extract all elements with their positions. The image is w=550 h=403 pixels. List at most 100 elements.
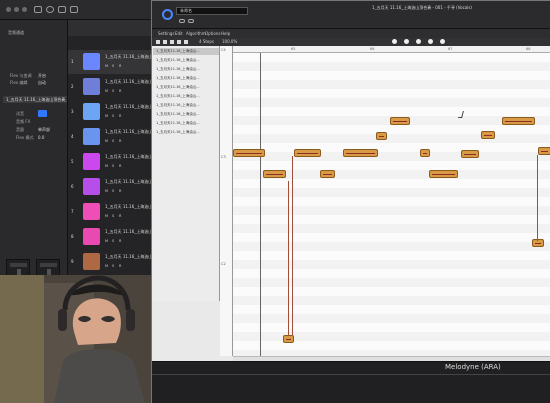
track-mute-button[interactable]: M [105, 189, 108, 193]
note-blob[interactable] [390, 117, 410, 125]
tool-settings-icon[interactable] [440, 39, 445, 44]
note-blob[interactable] [376, 132, 387, 140]
track-solo-button[interactable]: S [112, 89, 114, 93]
tool-pitch-icon[interactable] [163, 40, 167, 44]
tool-crosshair-icon[interactable] [428, 39, 433, 44]
tool-time-icon[interactable] [170, 40, 174, 44]
selected-track-header[interactable]: 1_五月天 11.16_上海油山顶合奏_001_-_千寻_(Vocals) [3, 96, 67, 103]
close-icon[interactable] [6, 7, 11, 12]
info-icon[interactable] [46, 6, 54, 13]
note-blob[interactable] [502, 117, 535, 125]
track-list-item[interactable]: 1_五月天11.16_上海油山... [156, 67, 200, 72]
track-record-button[interactable]: R [119, 89, 121, 93]
note-editor[interactable] [233, 53, 550, 356]
note-blob[interactable] [420, 149, 430, 157]
track-record-button[interactable]: R [119, 164, 121, 168]
snap-field[interactable]: 4 Steps [199, 39, 214, 44]
track-list-item[interactable]: 1_五月天11.16_上海油山... [156, 121, 200, 126]
zoom-icon[interactable] [22, 7, 27, 12]
track-mute-button[interactable]: M [105, 64, 108, 68]
note-blob[interactable] [343, 149, 378, 157]
power-icon[interactable] [162, 9, 173, 20]
settings-icon[interactable] [188, 19, 194, 23]
zoom-field[interactable]: 100.0% [222, 39, 237, 44]
track-solo-button[interactable]: S [112, 64, 114, 68]
audition-button[interactable] [38, 110, 47, 117]
track-solo-button[interactable]: S [112, 264, 114, 268]
track-record-button[interactable]: R [119, 114, 121, 118]
output-selector[interactable] [40, 263, 57, 267]
track-list-item[interactable]: 1_五月天11.16_上海油山... [156, 94, 200, 99]
menu-edit[interactable]: Edit [175, 31, 183, 36]
track-list-item[interactable]: 1_五月天11.16_上海油山... [156, 85, 200, 90]
track-mute-button[interactable]: M [105, 264, 108, 268]
track-list-item[interactable]: 1_五月天11.16_上海油山... [156, 58, 200, 63]
toolbar-icon[interactable] [58, 6, 66, 13]
selected-track-title: 1_五月天 11.16_上海油山顶合奏_001_-_千寻_(Vocals) [6, 97, 66, 102]
note-blob[interactable] [294, 149, 321, 157]
tool-zoom-icon[interactable] [416, 39, 421, 44]
library-icon[interactable] [34, 6, 42, 13]
track-solo-button[interactable]: S [112, 139, 114, 143]
menu-help[interactable]: Help [221, 31, 230, 36]
settings-icon[interactable] [70, 6, 78, 13]
menu-options[interactable]: Options [205, 31, 220, 36]
flex-type-value[interactable]: 单声部 [38, 127, 50, 132]
track-mute-button[interactable]: M [105, 114, 108, 118]
track-record-button[interactable]: R [119, 214, 121, 218]
note-blob[interactable] [532, 239, 544, 247]
track-list-item[interactable]: 1_五月天11.16_上海油山... [156, 76, 200, 81]
track-list-item[interactable]: 1_五月天11.16_上海油山... [156, 49, 200, 54]
time-label-66: 66 [370, 47, 375, 51]
track-solo-button[interactable]: S [112, 189, 114, 193]
link-icon[interactable] [179, 19, 185, 23]
note-blob[interactable] [481, 131, 495, 139]
track-record-button[interactable]: R [119, 64, 121, 68]
note-blob[interactable] [283, 335, 294, 343]
input-selector[interactable] [10, 263, 27, 267]
project-dropdown-value: 未命名 [180, 8, 192, 13]
tool-amplitude-icon[interactable] [177, 40, 181, 44]
window-title: 1_五月天 11.16_上海油山顶合奏 - 001 - 千寻 (Vocals) [372, 5, 472, 10]
track-record-button[interactable]: R [119, 264, 121, 268]
track-waveform-thumbnail [83, 178, 100, 195]
track-number: 4 [71, 134, 74, 139]
tool-scissors-icon[interactable] [392, 39, 397, 44]
minimize-icon[interactable] [14, 7, 19, 12]
track-waveform-thumbnail [83, 78, 100, 95]
track-record-button[interactable]: R [119, 239, 121, 243]
track-mute-button[interactable]: M [105, 239, 108, 243]
menu-algorithm[interactable]: Algorithm [186, 31, 206, 36]
flex-mode-value[interactable]: 自动 [38, 80, 46, 85]
tool-formant-icon[interactable] [184, 40, 188, 44]
track-record-button[interactable]: R [119, 189, 121, 193]
note-blob[interactable] [233, 149, 265, 157]
track-mute-button[interactable]: M [105, 164, 108, 168]
track-record-button[interactable]: R [119, 139, 121, 143]
audio-channel-label: 音频通道 [8, 30, 24, 35]
menu-settings[interactable]: Settings [158, 31, 174, 36]
note-blob[interactable] [538, 147, 550, 155]
volume-value[interactable]: 0.0 [38, 135, 44, 140]
track-list-item[interactable]: 1_五月天11.16_上海油山... [156, 130, 200, 135]
track-solo-button[interactable]: S [112, 164, 114, 168]
track-solo-button[interactable]: S [112, 114, 114, 118]
track-list-item[interactable]: 1_五月天11.16_上海油山... [156, 103, 200, 108]
track-list-item[interactable]: 1_五月天11.16_上海油山... [156, 112, 200, 117]
note-blob[interactable] [320, 170, 335, 178]
track-waveform-thumbnail [83, 53, 100, 70]
track-solo-button[interactable]: S [112, 214, 114, 218]
flex-value[interactable]: 开启 [38, 73, 46, 78]
track-name: 1_五月天 11.16_上海油山顶合奏 [105, 154, 155, 159]
note-blob[interactable] [461, 150, 479, 158]
track-solo-button[interactable]: S [112, 239, 114, 243]
note-blob[interactable] [263, 170, 286, 178]
track-mute-button[interactable]: M [105, 89, 108, 93]
melodyne-track-list: 1_五月天11.16_上海油山... 1_五月天11.16_上海油山... 1_… [152, 46, 220, 301]
track-mute-button[interactable]: M [105, 139, 108, 143]
note-blob[interactable] [429, 170, 458, 178]
track-mute-button[interactable]: M [105, 214, 108, 218]
playhead-icon[interactable] [260, 53, 261, 356]
tool-pointer-icon[interactable] [156, 40, 160, 44]
tool-hand-icon[interactable] [404, 39, 409, 44]
